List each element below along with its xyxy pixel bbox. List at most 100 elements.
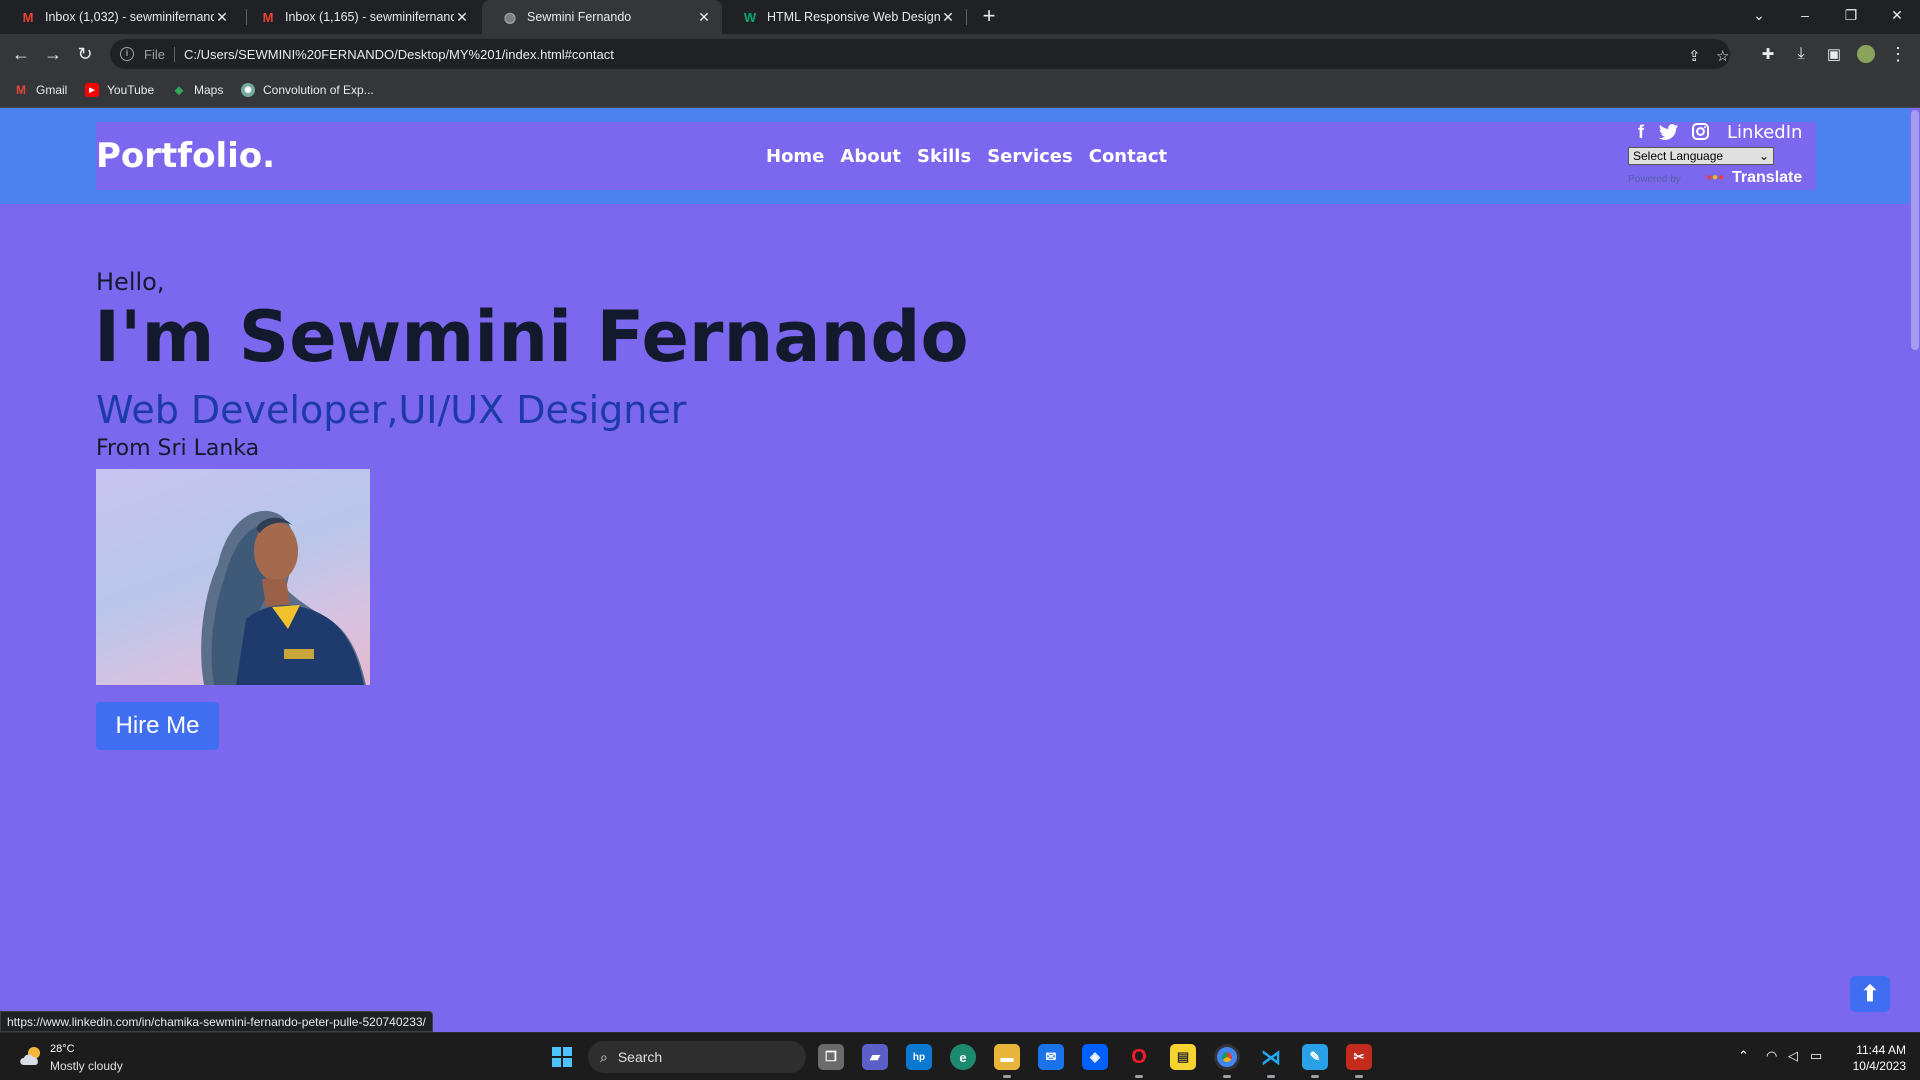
tab-gmail-1[interactable]: M Inbox (1,032) - sewminifernando ✕	[0, 0, 240, 34]
search-icon: ⌕	[600, 1048, 608, 1065]
chevron-down-icon: ⌄	[1758, 149, 1769, 163]
weather-temp[interactable]: 28°C	[50, 1043, 75, 1055]
bookmark-maps[interactable]: ⬥ Maps	[172, 82, 224, 98]
nav-about[interactable]: About	[840, 146, 901, 167]
taskbar-search-label: Search	[617, 1049, 663, 1065]
gmail-icon: M	[16, 83, 26, 97]
tab-divider	[966, 9, 967, 25]
bookmark-label: Convolution of Exp...	[263, 83, 374, 97]
close-icon[interactable]: ✕	[214, 9, 230, 26]
site-logo[interactable]: Portfolio.	[96, 136, 275, 176]
taskbar: 28°C Mostly cloudy ⌕ Search ❐ ▰ hp e ▬ ✉…	[0, 1032, 1920, 1080]
sticky-notes-icon[interactable]: ▤	[1170, 1044, 1196, 1070]
twitter-icon[interactable]	[1659, 124, 1679, 141]
restore-button[interactable]: ❐	[1828, 0, 1874, 30]
tab-portfolio[interactable]: ◍ Sewmini Fernando ✕	[482, 0, 722, 34]
windows-start-icon[interactable]	[552, 1047, 572, 1067]
scroll-to-top-button[interactable]: ⬆	[1850, 976, 1890, 1012]
maps-icon: ⬥	[174, 82, 184, 97]
tab-search-icon[interactable]: ⌄	[1736, 0, 1782, 30]
w3schools-icon: W	[743, 9, 757, 25]
download-icon[interactable]: ⤓	[1789, 42, 1813, 66]
instagram-icon[interactable]	[1692, 123, 1709, 140]
nav-skills[interactable]: Skills	[917, 146, 971, 167]
hp-icon[interactable]: hp	[906, 1044, 932, 1070]
window-close-button[interactable]: ✕	[1874, 0, 1920, 30]
battery-icon[interactable]: ▭	[1810, 1048, 1822, 1064]
edge-icon[interactable]: e	[950, 1044, 976, 1070]
bookmark-convolution[interactable]: ✺ Convolution of Exp...	[241, 83, 374, 97]
minimize-button[interactable]: –	[1782, 0, 1828, 30]
chrome-icon[interactable]	[1214, 1044, 1240, 1078]
tab-title: Inbox (1,165) - sewminifernando	[285, 10, 454, 24]
cloudy-weather-icon[interactable]	[18, 1045, 44, 1067]
facebook-icon[interactable]: f	[1638, 122, 1644, 143]
linkedin-link[interactable]: LinkedIn	[1727, 122, 1802, 143]
teams-chat-icon[interactable]: ▰	[862, 1044, 888, 1070]
hire-me-button[interactable]: Hire Me	[96, 702, 219, 750]
page-scrollbar[interactable]	[1910, 108, 1920, 1032]
nav-home[interactable]: Home	[766, 146, 824, 167]
show-hidden-icons-icon[interactable]: ⌃	[1738, 1048, 1749, 1064]
scrollbar-thumb[interactable]	[1911, 110, 1919, 350]
task-view-icon[interactable]: ❐	[818, 1044, 844, 1070]
nav-menu: Home About Skills Services Contact	[766, 146, 1167, 167]
url-scheme: File	[144, 46, 175, 62]
avatar[interactable]	[1854, 42, 1878, 66]
paint-icon[interactable]: ✎	[1302, 1044, 1328, 1078]
status-url-bubble: https://www.linkedin.com/in/chamika-sewm…	[0, 1011, 433, 1032]
volume-icon[interactable]: ◁	[1788, 1048, 1798, 1064]
close-icon[interactable]: ✕	[940, 9, 956, 26]
share-icon[interactable]: ⇪	[1688, 47, 1701, 65]
globe-icon: ◍	[503, 8, 517, 25]
bookmark-star-icon[interactable]: ☆	[1716, 47, 1729, 65]
page-viewport: Portfolio. Home About Skills Services Co…	[0, 108, 1910, 1032]
tab-strip: M Inbox (1,032) - sewminifernando ✕ M In…	[0, 0, 1920, 34]
chatgpt-icon: ✺	[241, 83, 255, 97]
social-links: f LinkedIn Select Language ⌄ Powered by …	[1628, 122, 1816, 186]
browser-toolbar: ← → ↻ i File C:/Users/SEWMINI%20FERNANDO…	[0, 34, 1920, 74]
gmail-icon: M	[262, 9, 274, 25]
wifi-icon[interactable]: ◠	[1766, 1048, 1777, 1064]
reload-icon[interactable]: ↻	[73, 42, 97, 66]
extensions-icon[interactable]: ✚	[1756, 42, 1780, 66]
close-icon[interactable]: ✕	[454, 9, 470, 26]
hero-role: Web Developer,UI/UX Designer	[96, 388, 687, 432]
tab-title: HTML Responsive Web Design	[767, 10, 940, 24]
translate-link[interactable]: Translate	[1732, 169, 1802, 187]
opera-icon[interactable]: O	[1126, 1044, 1152, 1078]
navbar: Portfolio. Home About Skills Services Co…	[96, 122, 1816, 190]
nav-services[interactable]: Services	[987, 146, 1073, 167]
tab-gmail-2[interactable]: M Inbox (1,165) - sewminifernando ✕	[240, 0, 480, 34]
google-logo-icon: ●●●	[1706, 172, 1725, 183]
bookmark-label: Gmail	[36, 83, 68, 97]
taskbar-search[interactable]: ⌕ Search	[588, 1041, 806, 1073]
file-explorer-icon[interactable]: ▬	[994, 1044, 1020, 1078]
dropbox-icon[interactable]: ◈	[1082, 1044, 1108, 1070]
clock-time: 11:44 AM	[1856, 1043, 1906, 1057]
powered-by-label: Powered by	[1628, 174, 1681, 185]
nav-contact[interactable]: Contact	[1089, 146, 1167, 167]
weather-condition[interactable]: Mostly cloudy	[50, 1059, 123, 1073]
vscode-icon[interactable]: ⋊	[1258, 1044, 1284, 1078]
tab-title: Sewmini Fernando	[527, 10, 632, 24]
side-panel-icon[interactable]: ▣	[1822, 42, 1846, 66]
profile-photo	[96, 469, 370, 685]
snipping-tool-icon[interactable]: ✂	[1346, 1044, 1372, 1078]
taskbar-clock[interactable]: 11:44 AM 10/4/2023	[1848, 1042, 1906, 1074]
site-info-icon[interactable]: i	[120, 47, 134, 61]
bookmark-gmail[interactable]: M Gmail	[14, 83, 67, 97]
close-icon[interactable]: ✕	[696, 9, 712, 26]
url-text[interactable]: C:/Users/SEWMINI%20FERNANDO/Desktop/MY%2…	[184, 47, 614, 62]
bookmark-youtube[interactable]: ▶ YouTube	[85, 83, 154, 97]
site-header: Portfolio. Home About Skills Services Co…	[0, 108, 1910, 204]
bookmark-label: Maps	[194, 83, 224, 97]
address-bar[interactable]: i File C:/Users/SEWMINI%20FERNANDO/Deskt…	[110, 39, 1730, 69]
tab-w3schools[interactable]: W HTML Responsive Web Design ✕	[722, 0, 966, 34]
back-icon[interactable]: ←	[9, 42, 33, 66]
new-tab-button[interactable]: +	[976, 4, 1002, 30]
language-select[interactable]: Select Language ⌄	[1628, 147, 1774, 165]
mail-icon[interactable]: ✉	[1038, 1044, 1064, 1070]
menu-icon[interactable]: ⋮	[1886, 42, 1910, 66]
forward-icon[interactable]: →	[41, 42, 65, 66]
